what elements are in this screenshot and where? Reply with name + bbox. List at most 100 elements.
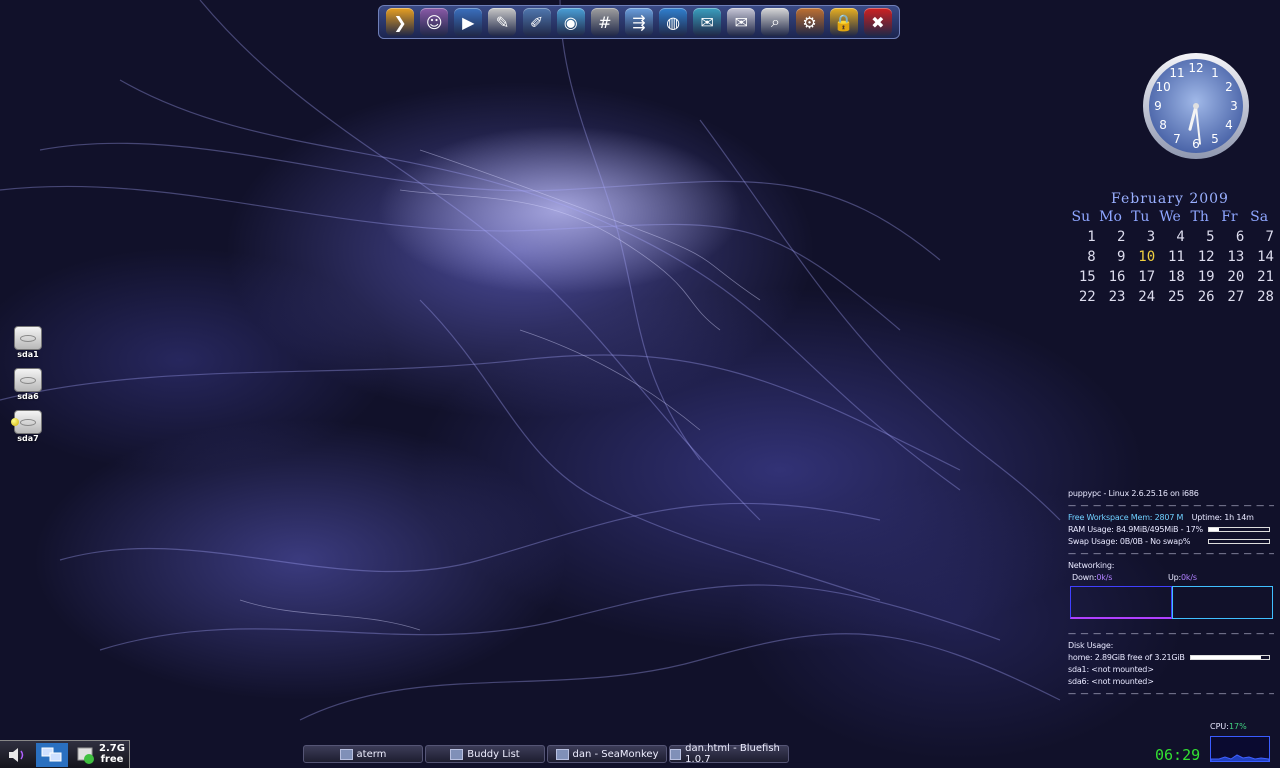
clock-numeral: 10: [1155, 80, 1170, 94]
calendar-day: 17: [1138, 269, 1156, 285]
hard-drive-icon: [14, 368, 42, 392]
calendar-day: 11: [1167, 249, 1185, 265]
weekday-label: Fr: [1221, 209, 1238, 225]
calendar-day: 7: [1265, 229, 1274, 245]
upload-graph: [1172, 586, 1273, 619]
calendar-day: 26: [1197, 289, 1215, 305]
calendar-day: 14: [1257, 249, 1274, 265]
swap-usage-line: Swap Usage: 0B/0B - No swap%: [1068, 536, 1274, 548]
shutdown-icon[interactable]: ✖: [863, 8, 892, 36]
system-monitor-widget: puppypc - Linux 2.6.25.16 on i686 — — — …: [1068, 488, 1274, 700]
calendar-day: 22: [1078, 289, 1096, 305]
divider: — — — — — — — — — — — — — — — — — — — —: [1068, 629, 1274, 638]
up-label: Up:: [1168, 573, 1182, 582]
clock-numeral: 8: [1159, 118, 1167, 132]
taskbar-label: dan - SeaMonkey: [572, 748, 659, 760]
drawing-icon[interactable]: ✐: [522, 8, 551, 36]
editor-window-icon: [670, 748, 682, 760]
weekday-label: Su: [1071, 209, 1091, 225]
clock-numeral: 9: [1154, 99, 1162, 113]
host-info: puppypc - Linux 2.6.25.16 on i686: [1068, 489, 1199, 498]
analog-clock-widget: 12 1234567891011: [1143, 53, 1249, 159]
clock-numeral: 11: [1169, 66, 1184, 80]
calendar-day: 3: [1146, 229, 1156, 245]
calendar-week-row: 22 23 24 25 26 27 28: [1066, 287, 1274, 307]
divider: — — — — — — — — — — — — — — — — — — — —: [1068, 689, 1274, 698]
calendar-day: 20: [1227, 269, 1245, 285]
sda6-disk-line: sda6: <not mounted>: [1068, 677, 1154, 686]
down-label: Down:: [1072, 573, 1097, 582]
drive-label: sda7: [17, 434, 39, 443]
weekday-label: Tu: [1131, 209, 1150, 225]
calendar-day: 16: [1108, 269, 1126, 285]
text-editor-icon[interactable]: ✎: [488, 8, 517, 36]
free-space-word: free: [100, 754, 124, 765]
network-graphs: [1068, 586, 1274, 622]
free-memory-line: Free Workspace Mem: 2807 M Uptime: 1h 14…: [1068, 512, 1274, 524]
weekday-label: Sa: [1250, 209, 1269, 225]
calendar-day: 18: [1167, 269, 1185, 285]
digital-clock: 06:29: [1155, 746, 1201, 764]
calendar-days: 1 2 3 4 5 6 7 8 9 10 11 12 13 14 15 16 17 18 19 20 21 22 23 24 2…: [1066, 227, 1274, 307]
drive-icon-sda6[interactable]: sda6: [13, 368, 43, 402]
swap-usage-text: Swap Usage: 0B/0B - No swap%: [1068, 537, 1191, 546]
calendar-day: 23: [1108, 289, 1126, 305]
free-memory-value: 2807 M: [1154, 513, 1184, 522]
uptime: Uptime: 1h 14m: [1191, 513, 1254, 522]
cpu-value: 17%: [1228, 722, 1247, 731]
weekday-label: Mo: [1099, 209, 1122, 225]
taskbar-button-bluefish[interactable]: dan.html - Bluefish 1.0.7: [669, 743, 789, 765]
settings-icon[interactable]: ⚙: [795, 8, 824, 36]
network-icon[interactable]: ✉: [693, 8, 722, 36]
browser-window-icon: [555, 748, 569, 760]
mail-icon[interactable]: ✉: [727, 8, 756, 36]
calendar-day: 25: [1167, 289, 1185, 305]
shell-terminal-icon[interactable]: ❯: [386, 8, 415, 36]
chat-window-icon: [450, 748, 464, 760]
lock-icon[interactable]: 🔒: [829, 8, 858, 36]
taskbar-button-buddy-list[interactable]: Buddy List: [425, 745, 545, 763]
clock-numeral: 3: [1230, 99, 1238, 113]
calendar-day: 13: [1227, 249, 1245, 265]
calculator-icon[interactable]: #: [590, 8, 619, 36]
drive-icon-sda7[interactable]: sda7: [13, 410, 43, 444]
calendar-day: 28: [1257, 289, 1274, 305]
calendar-day: 4: [1176, 229, 1185, 245]
cpu-title: CPU:: [1210, 722, 1229, 731]
free-space-icon[interactable]: [74, 743, 98, 767]
taskbar-label: Buddy List: [467, 748, 520, 760]
calendar-week-row: 8 9 10 11 12 13 14: [1066, 247, 1274, 267]
calendar-week-row: 15 16 17 18 19 20 21: [1066, 267, 1274, 287]
free-space-size: 2.7G: [99, 743, 125, 754]
taskbar-button-seamonkey[interactable]: dan - SeaMonkey: [547, 745, 667, 763]
puppy-icon[interactable]: ☺: [420, 8, 449, 36]
taskbar-label: dan.html - Bluefish 1.0.7: [685, 743, 780, 765]
calendar-day: 1: [1087, 229, 1096, 245]
usb-drive-icon[interactable]: ⇶: [624, 8, 653, 36]
disc-burner-icon[interactable]: ◉: [556, 8, 585, 36]
volume-icon[interactable]: [3, 743, 33, 767]
taskbar-button-aterm[interactable]: aterm: [303, 745, 423, 763]
terminal-window-icon: [339, 748, 353, 760]
home-disk-bar: [1190, 655, 1270, 660]
drive-icon-sda1[interactable]: sda1: [13, 326, 43, 360]
calendar-day: 8: [1087, 249, 1096, 265]
calendar-day: 15: [1078, 269, 1096, 285]
ram-usage-bar: [1208, 527, 1270, 532]
search-icon[interactable]: ⌕: [761, 8, 790, 36]
drive-label: sda1: [17, 350, 39, 359]
system-tray: 2.7G free: [0, 740, 130, 768]
calendar-day: 5: [1206, 229, 1215, 245]
web-browser-icon[interactable]: ◍: [659, 8, 688, 36]
calendar-day: 21: [1257, 269, 1274, 285]
video-player-icon[interactable]: ▶: [454, 8, 483, 36]
calendar-day: 24: [1138, 289, 1156, 305]
free-space-indicator[interactable]: 2.7G free: [97, 743, 127, 765]
network-connection-icon[interactable]: [36, 743, 68, 767]
clock-numeral: 2: [1225, 80, 1233, 94]
home-disk-text: home: 2.89GiB free of 3.21GiB: [1068, 653, 1185, 662]
cpu-graph: [1210, 736, 1270, 762]
calendar-month-title: February 2009: [1111, 191, 1229, 207]
download-graph: [1070, 586, 1172, 619]
clock-numeral: 1: [1211, 66, 1219, 80]
